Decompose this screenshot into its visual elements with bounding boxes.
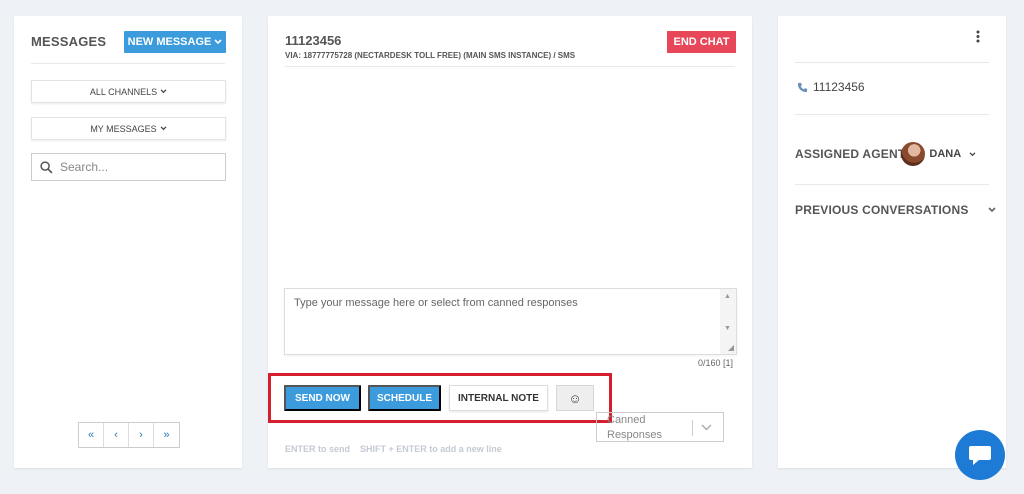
- all-channels-dropdown[interactable]: ALL CHANNELS: [31, 80, 226, 103]
- chat-bubble-icon: [969, 446, 991, 465]
- pager-prev-button[interactable]: ‹: [104, 423, 129, 447]
- chat-via-line: VIA: 18777775728 (NECTARDESK TOLL FREE) …: [285, 51, 576, 60]
- chevron-down-icon: [701, 424, 712, 431]
- send-now-button[interactable]: SEND NOW: [284, 385, 361, 411]
- message-scrollbar[interactable]: ▲ ▼ ◢: [720, 289, 736, 354]
- pagination: « ‹ › »: [78, 422, 180, 448]
- message-composer: ▲ ▼ ◢: [284, 288, 737, 355]
- scroll-down-icon[interactable]: ▼: [724, 325, 731, 332]
- pager-first-button[interactable]: «: [79, 423, 104, 447]
- keyboard-hint: ENTER to send SHIFT + ENTER to add a new…: [285, 444, 502, 454]
- phone-number: 11123456: [813, 80, 865, 94]
- chevron-down-icon: [969, 151, 976, 156]
- agent-name: DANA: [929, 148, 962, 160]
- divider: [31, 63, 225, 64]
- messages-sidebar: MESSAGES NEW MESSAGE ALL CHANNELS MY MES…: [14, 16, 242, 468]
- phone-icon: [797, 82, 808, 92]
- sidebar-title: MESSAGES: [31, 34, 107, 49]
- divider: [795, 114, 989, 115]
- chevron-down-icon: [214, 39, 222, 45]
- phone-row: 11123456: [797, 80, 865, 94]
- pager-last-button[interactable]: »: [154, 423, 179, 447]
- previous-conversations-toggle[interactable]: PREVIOUS CONVERSATIONS: [795, 203, 999, 217]
- scroll-up-icon[interactable]: ▲: [724, 293, 731, 300]
- details-panel: 11123456 ASSIGNED AGENT DANA PREVIOUS CO…: [778, 16, 1006, 468]
- chevron-down-icon: [160, 126, 167, 131]
- emoji-icon: ☺: [568, 390, 582, 406]
- end-chat-button[interactable]: END CHAT: [667, 31, 736, 53]
- emoji-button[interactable]: ☺: [556, 385, 594, 411]
- my-messages-label: MY MESSAGES: [90, 123, 157, 134]
- previous-conversations-label: PREVIOUS CONVERSATIONS: [795, 203, 969, 217]
- schedule-button[interactable]: SCHEDULE: [368, 385, 441, 411]
- divider: [795, 62, 989, 63]
- kebab-menu-icon[interactable]: [976, 30, 980, 46]
- pager-next-button[interactable]: ›: [129, 423, 154, 447]
- avatar: [901, 142, 926, 166]
- divider: [285, 66, 735, 67]
- canned-responses-placeholder: Canned Responses: [607, 414, 663, 441]
- divider: [795, 184, 989, 185]
- search-input[interactable]: [60, 160, 210, 174]
- search-icon: [40, 160, 53, 173]
- new-message-label: NEW MESSAGE: [127, 36, 212, 48]
- message-input[interactable]: [285, 289, 721, 354]
- char-counter: 0/160 [1]: [698, 358, 734, 368]
- select-separator: [692, 420, 693, 436]
- internal-note-button[interactable]: INTERNAL NOTE: [449, 385, 548, 411]
- assigned-agent-label: ASSIGNED AGENT: [795, 147, 906, 161]
- my-messages-dropdown[interactable]: MY MESSAGES: [31, 117, 226, 140]
- assigned-agent-row[interactable]: ASSIGNED AGENT DANA: [795, 142, 976, 166]
- chevron-down-icon: [988, 207, 996, 213]
- chat-widget-button[interactable]: [955, 430, 1005, 480]
- chat-contact-id: 11123456: [285, 33, 342, 48]
- chevron-down-icon: [160, 89, 167, 94]
- chat-panel: 11123456 VIA: 18777775728 (NECTARDESK TO…: [268, 16, 752, 468]
- search-box: [31, 153, 226, 181]
- resize-grip-icon[interactable]: ◢: [728, 343, 734, 352]
- new-message-button[interactable]: NEW MESSAGE: [124, 31, 226, 53]
- canned-responses-select[interactable]: Canned Responses: [596, 412, 724, 442]
- all-channels-label: ALL CHANNELS: [89, 86, 158, 97]
